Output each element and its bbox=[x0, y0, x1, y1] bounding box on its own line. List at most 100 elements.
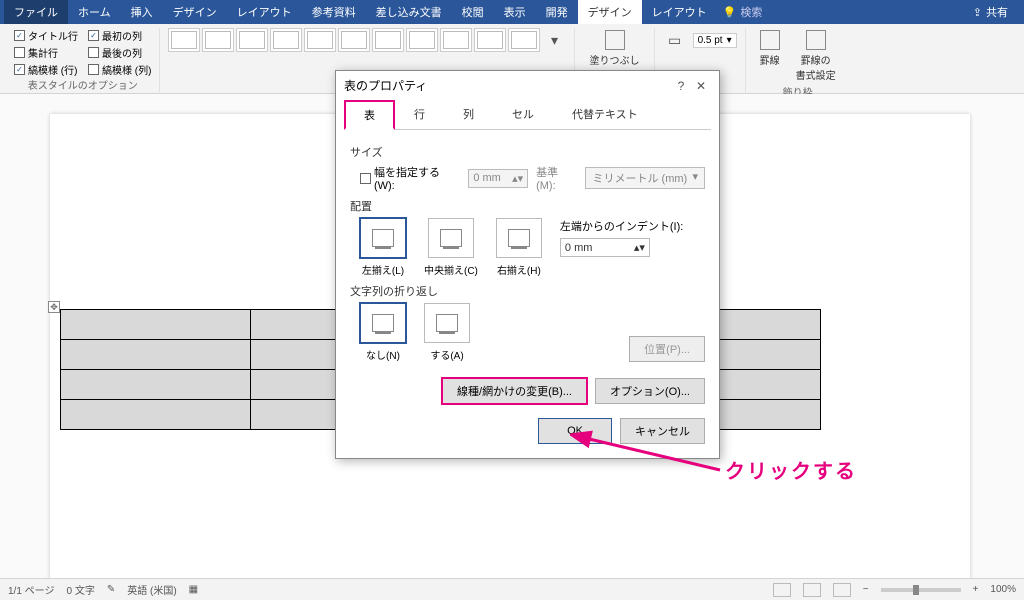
search-icon: 💡 bbox=[723, 6, 737, 19]
align-center-option[interactable]: 中央揃え(C) bbox=[424, 218, 478, 277]
gallery-more-icon[interactable]: ▾ bbox=[542, 28, 566, 52]
wrap-around-option[interactable]: する(A) bbox=[424, 303, 470, 362]
style-thumb[interactable] bbox=[440, 28, 472, 52]
dlg-tab-table[interactable]: 表 bbox=[344, 100, 395, 130]
style-thumb[interactable] bbox=[270, 28, 302, 52]
tab-references[interactable]: 参考資料 bbox=[302, 0, 366, 24]
page-indicator[interactable]: 1/1 ページ bbox=[8, 582, 54, 597]
wrap-none-option[interactable]: なし(N) bbox=[360, 303, 406, 362]
align-right-icon bbox=[508, 229, 530, 247]
tell-me-search[interactable]: 💡 検索 bbox=[723, 4, 763, 20]
group-label-style-options: 表スタイルのオプション bbox=[28, 77, 138, 94]
zoom-level[interactable]: 100% bbox=[990, 584, 1016, 595]
close-button[interactable]: ✕ bbox=[691, 79, 711, 93]
share-icon: ⇪ bbox=[973, 6, 982, 19]
style-thumb[interactable] bbox=[474, 28, 506, 52]
annotation-text: クリックする bbox=[725, 455, 857, 484]
help-button[interactable]: ? bbox=[671, 79, 691, 93]
dlg-tab-alttext[interactable]: 代替テキスト bbox=[553, 100, 657, 129]
align-section-label: 配置 bbox=[350, 198, 705, 214]
tab-design[interactable]: デザイン bbox=[163, 0, 227, 24]
chk-last-col[interactable]: 最後の列 bbox=[88, 45, 151, 60]
table-move-handle[interactable]: ✥ bbox=[48, 301, 60, 313]
spinner-icon: ▴▾ bbox=[634, 241, 645, 254]
tab-insert[interactable]: 挿入 bbox=[121, 0, 163, 24]
tab-home[interactable]: ホーム bbox=[68, 0, 121, 24]
share-label: 共有 bbox=[986, 4, 1008, 20]
chk-specify-width[interactable]: 幅を指定する(W): bbox=[360, 164, 460, 192]
tab-view[interactable]: 表示 bbox=[494, 0, 536, 24]
dlg-tab-cell[interactable]: セル bbox=[493, 100, 553, 129]
ok-button[interactable]: OK bbox=[538, 418, 612, 444]
pen-weight-dropdown[interactable]: 0.5 pt▾ bbox=[693, 33, 737, 48]
border-style-dropdown[interactable]: ▭ bbox=[663, 28, 687, 52]
tab-mailings[interactable]: 差し込み文書 bbox=[366, 0, 452, 24]
dlg-tab-row[interactable]: 行 bbox=[395, 100, 444, 129]
view-print-layout[interactable] bbox=[803, 583, 821, 597]
macro-icon[interactable]: ▦ bbox=[189, 584, 198, 595]
chk-banded-rows[interactable]: ✓縞模様 (行) bbox=[14, 62, 78, 77]
dialog-tabs: 表 行 列 セル 代替テキスト bbox=[344, 100, 711, 130]
tab-table-layout[interactable]: レイアウト bbox=[642, 0, 717, 24]
zoom-in-button[interactable]: + bbox=[973, 584, 979, 595]
proofing-icon[interactable]: ✎ bbox=[107, 584, 115, 595]
unit-label: 基準(M): bbox=[536, 164, 577, 192]
borders-icon bbox=[760, 30, 780, 50]
borders-group: 罫線 罫線の 書式設定 飾り枠 bbox=[746, 28, 850, 94]
borders-shading-button[interactable]: 線種/網かけの変更(B)... bbox=[442, 378, 587, 404]
style-thumb[interactable] bbox=[304, 28, 336, 52]
border-painter-button[interactable]: 罫線の 書式設定 bbox=[790, 28, 842, 84]
size-section-label: サイズ bbox=[350, 144, 705, 160]
unit-dropdown[interactable]: ミリメートル (mm)▾ bbox=[585, 167, 705, 189]
dialog-titlebar[interactable]: 表のプロパティ ? ✕ bbox=[336, 71, 719, 100]
tab-developer[interactable]: 開発 bbox=[536, 0, 578, 24]
chk-banded-cols[interactable]: 縞模様 (列) bbox=[88, 62, 151, 77]
style-thumb[interactable] bbox=[406, 28, 438, 52]
bucket-icon bbox=[605, 30, 625, 50]
zoom-out-button[interactable]: − bbox=[863, 584, 869, 595]
dialog-title: 表のプロパティ bbox=[344, 77, 427, 94]
shading-button[interactable]: 塗りつぶし bbox=[583, 28, 645, 69]
width-spinner[interactable]: 0 mm▴▾ bbox=[468, 169, 528, 188]
tab-table-design[interactable]: デザイン bbox=[578, 0, 642, 24]
chk-total-row[interactable]: 集計行 bbox=[14, 45, 78, 60]
style-thumb[interactable] bbox=[236, 28, 268, 52]
dlg-tab-column[interactable]: 列 bbox=[444, 100, 493, 129]
table-style-options-group: ✓タイトル行 ✓最初の列 集計行 最後の列 ✓縞模様 (行) 縞模様 (列) 表… bbox=[6, 28, 160, 94]
chk-first-col[interactable]: ✓最初の列 bbox=[88, 28, 151, 43]
indent-spinner[interactable]: 0 mm▴▾ bbox=[560, 238, 650, 257]
tab-file[interactable]: ファイル bbox=[4, 0, 68, 24]
options-button[interactable]: オプション(O)... bbox=[595, 378, 705, 404]
language-indicator[interactable]: 英語 (米国) bbox=[127, 582, 176, 597]
tab-layout[interactable]: レイアウト bbox=[227, 0, 302, 24]
style-thumb[interactable] bbox=[338, 28, 370, 52]
position-button: 位置(P)... bbox=[629, 336, 705, 362]
table-style-gallery[interactable]: ▾ bbox=[168, 28, 566, 52]
view-web-layout[interactable] bbox=[833, 583, 851, 597]
view-read-mode[interactable] bbox=[773, 583, 791, 597]
cancel-button[interactable]: キャンセル bbox=[620, 418, 705, 444]
spinner-icon: ▴▾ bbox=[512, 172, 523, 185]
align-left-option[interactable]: 左揃え(L) bbox=[360, 218, 406, 277]
style-thumb[interactable] bbox=[508, 28, 540, 52]
table-properties-dialog: 表のプロパティ ? ✕ 表 行 列 セル 代替テキスト サイズ 幅を指定する(W… bbox=[335, 70, 720, 459]
tab-review[interactable]: 校閲 bbox=[452, 0, 494, 24]
style-thumb[interactable] bbox=[168, 28, 200, 52]
chevron-down-icon: ▾ bbox=[692, 170, 698, 186]
align-left-icon bbox=[372, 229, 394, 247]
chevron-down-icon: ▾ bbox=[727, 35, 732, 46]
align-right-option[interactable]: 右揃え(H) bbox=[496, 218, 542, 277]
share-button[interactable]: ⇪ 共有 bbox=[965, 0, 1016, 24]
word-count[interactable]: 0 文字 bbox=[66, 582, 94, 597]
style-thumb[interactable] bbox=[202, 28, 234, 52]
borders-button[interactable]: 罫線 bbox=[754, 28, 786, 84]
wrap-around-icon bbox=[436, 314, 458, 332]
indent-label: 左端からのインデント(I): bbox=[560, 218, 683, 234]
border-painter-icon bbox=[806, 30, 826, 50]
zoom-slider[interactable] bbox=[881, 588, 961, 592]
wrap-none-icon bbox=[372, 314, 394, 332]
chk-title-row[interactable]: ✓タイトル行 bbox=[14, 28, 78, 43]
search-placeholder: 検索 bbox=[740, 4, 762, 20]
menu-bar: ファイル ホーム 挿入 デザイン レイアウト 参考資料 差し込み文書 校閲 表示… bbox=[0, 0, 1024, 24]
style-thumb[interactable] bbox=[372, 28, 404, 52]
